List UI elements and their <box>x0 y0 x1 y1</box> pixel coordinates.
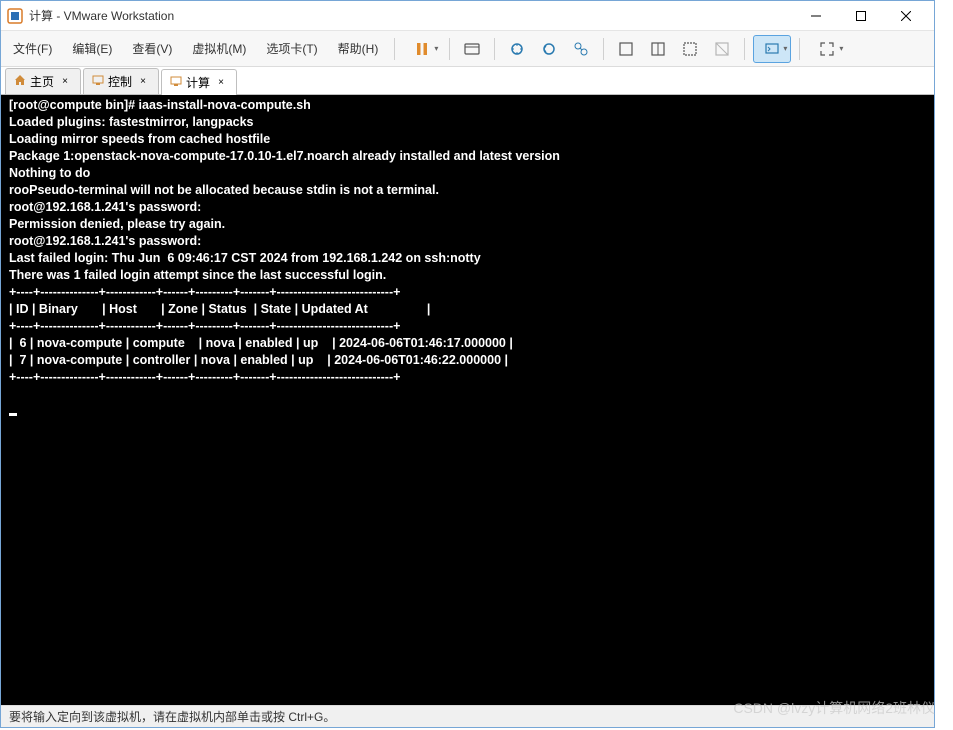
revert-snapshot-button[interactable] <box>535 35 563 63</box>
tab-label: 计算 <box>186 74 210 91</box>
tab-home[interactable]: 主页 × <box>5 68 81 94</box>
layout-single-icon[interactable] <box>612 35 640 63</box>
manage-snapshots-button[interactable] <box>567 35 595 63</box>
menu-help[interactable]: 帮助(H) <box>330 36 387 61</box>
menu-view[interactable]: 查看(V) <box>124 36 180 61</box>
snapshot-button[interactable] <box>503 35 531 63</box>
home-icon <box>14 74 26 89</box>
tab-close-icon[interactable]: × <box>214 76 228 90</box>
tab-close-icon[interactable]: × <box>58 75 72 89</box>
maximize-button[interactable] <box>838 1 883 30</box>
pause-button[interactable] <box>403 35 441 63</box>
application-window: 计算 - VMware Workstation 文件(F) 编辑(E) 查看(V… <box>0 0 935 728</box>
menu-edit[interactable]: 编辑(E) <box>64 36 120 61</box>
menu-tabs[interactable]: 选项卡(T) <box>258 36 325 61</box>
separator <box>394 38 395 60</box>
tab-label: 主页 <box>30 73 54 90</box>
layout-disabled-icon <box>708 35 736 63</box>
app-icon <box>7 8 23 24</box>
menu-file[interactable]: 文件(F) <box>5 36 60 61</box>
separator <box>744 38 745 60</box>
window-title: 计算 - VMware Workstation <box>29 7 793 24</box>
minimize-button[interactable] <box>793 1 838 30</box>
menu-vm[interactable]: 虚拟机(M) <box>184 36 254 61</box>
console-view-button[interactable] <box>753 35 791 63</box>
vm-icon <box>170 75 182 90</box>
separator <box>494 38 495 60</box>
tab-compute[interactable]: 计算 × <box>161 69 237 95</box>
status-hint: 要将输入定向到该虚拟机，请在虚拟机内部单击或按 Ctrl+G。 <box>9 708 335 725</box>
tab-label: 控制 <box>108 73 132 90</box>
separator <box>603 38 604 60</box>
window-controls <box>793 1 928 30</box>
menu-bar: 文件(F) 编辑(E) 查看(V) 虚拟机(M) 选项卡(T) 帮助(H) <box>1 31 934 67</box>
tab-bar: 主页 × 控制 × 计算 × <box>1 67 934 95</box>
tab-control[interactable]: 控制 × <box>83 68 159 94</box>
vm-icon <box>92 74 104 89</box>
cursor <box>9 413 17 416</box>
title-bar: 计算 - VMware Workstation <box>1 1 934 31</box>
terminal-output: [root@compute bin]# iaas-install-nova-co… <box>9 97 926 418</box>
layout-grid-icon[interactable] <box>676 35 704 63</box>
close-button[interactable] <box>883 1 928 30</box>
send-ctrl-alt-del-button[interactable] <box>458 35 486 63</box>
separator <box>449 38 450 60</box>
status-bar: 要将输入定向到该虚拟机，请在虚拟机内部单击或按 Ctrl+G。 <box>1 705 934 727</box>
tab-close-icon[interactable]: × <box>136 75 150 89</box>
terminal-area[interactable]: [root@compute bin]# iaas-install-nova-co… <box>1 95 934 705</box>
separator <box>799 38 800 60</box>
fullscreen-button[interactable] <box>808 35 846 63</box>
layout-split-icon[interactable] <box>644 35 672 63</box>
